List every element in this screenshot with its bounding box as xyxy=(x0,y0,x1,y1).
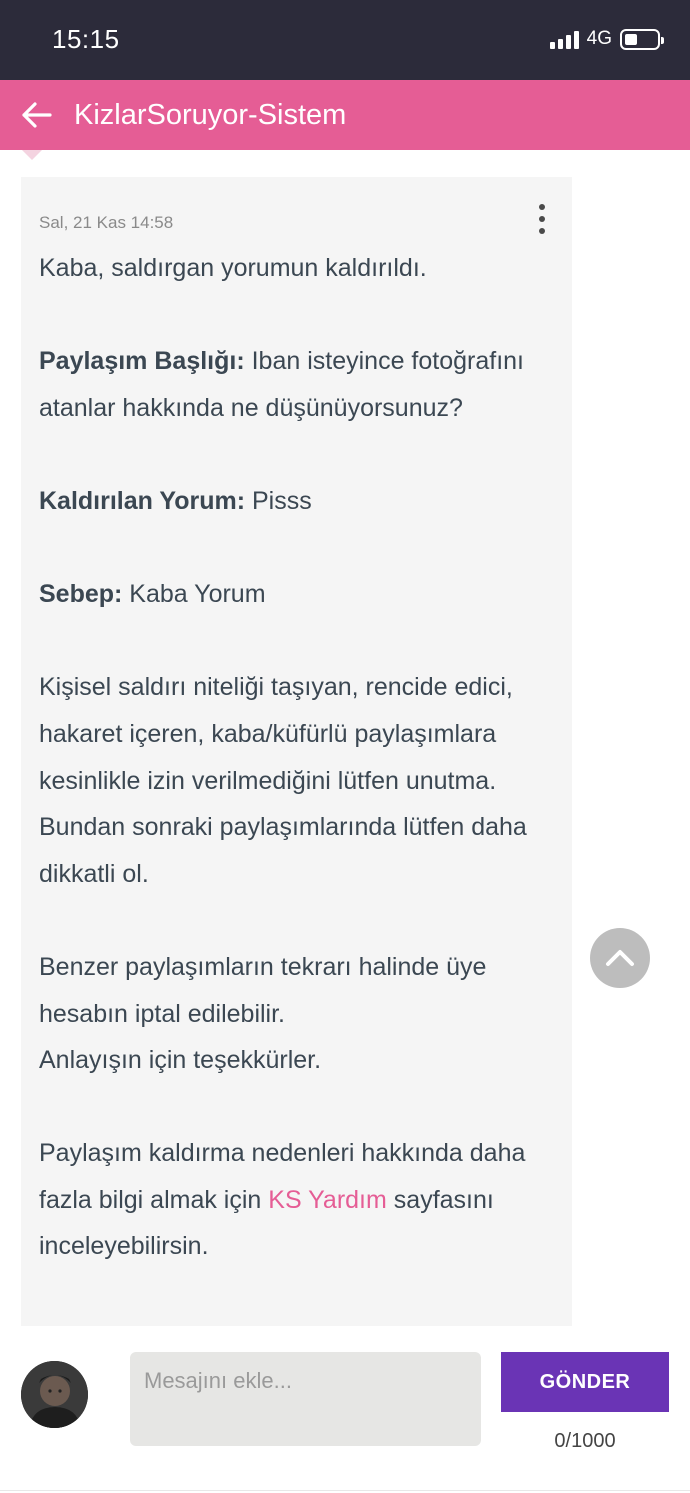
arrow-left-icon xyxy=(22,102,52,128)
status-indicators: 4G xyxy=(549,28,664,50)
help-text: Paylaşım kaldırma nedenleri hakkında dah… xyxy=(39,1139,526,1261)
reason-value: Kaba Yorum xyxy=(122,580,266,609)
thanks-text: Anlayışın için teşekkürler. xyxy=(39,1046,322,1075)
app-header: KizlarSoruyor-Sistem xyxy=(0,80,690,150)
network-type: 4G xyxy=(586,28,612,49)
account-warning-text: Benzer paylaşımların tekrarı halinde üye… xyxy=(39,952,487,1028)
removed-comment-value: Pisss xyxy=(245,486,312,515)
more-vertical-icon xyxy=(539,204,545,210)
removed-comment-label: Kaldırılan Yorum: xyxy=(39,486,246,515)
reason-line: Sebep: Kaba Yorum xyxy=(39,571,559,618)
warning-text: Kişisel saldırı niteliği taşıyan, rencid… xyxy=(39,673,527,888)
send-button[interactable]: GÖNDER xyxy=(501,1352,669,1412)
message-body: Kaba, saldırgan yorumun kaldırıldı. Payl… xyxy=(39,245,559,1270)
scroll-to-top-button[interactable] xyxy=(590,928,650,988)
battery-icon xyxy=(620,28,664,50)
message-card: Sal, 21 Kas 14:58 Kaba, saldırgan yorumu… xyxy=(21,177,572,1326)
back-button[interactable] xyxy=(0,80,74,150)
message-input[interactable] xyxy=(130,1352,481,1446)
page-title: KizlarSoruyor-Sistem xyxy=(74,98,347,131)
char-counter: 0/1000 xyxy=(554,1430,616,1452)
post-title-label: Paylaşım Başlığı: xyxy=(39,347,245,376)
signal-icon xyxy=(549,29,579,49)
divider xyxy=(0,1490,690,1491)
reason-label: Sebep: xyxy=(39,580,123,609)
avatar xyxy=(21,1361,88,1428)
chevron-up-icon xyxy=(606,950,634,966)
post-title-line: Paylaşım Başlığı: Iban isteyince fotoğra… xyxy=(39,338,559,431)
status-bar: 15:15 4G xyxy=(0,0,690,80)
message-intro: Kaba, saldırgan yorumun kaldırıldı. xyxy=(39,254,427,282)
status-time: 15:15 xyxy=(52,24,120,54)
removed-comment-line: Kaldırılan Yorum: Pisss xyxy=(39,478,559,525)
message-date: Sal, 21 Kas 14:58 xyxy=(39,213,174,232)
bubble-tail xyxy=(22,150,42,160)
more-options-button[interactable] xyxy=(530,201,554,237)
ks-help-link[interactable]: KS Yardım xyxy=(268,1186,387,1214)
